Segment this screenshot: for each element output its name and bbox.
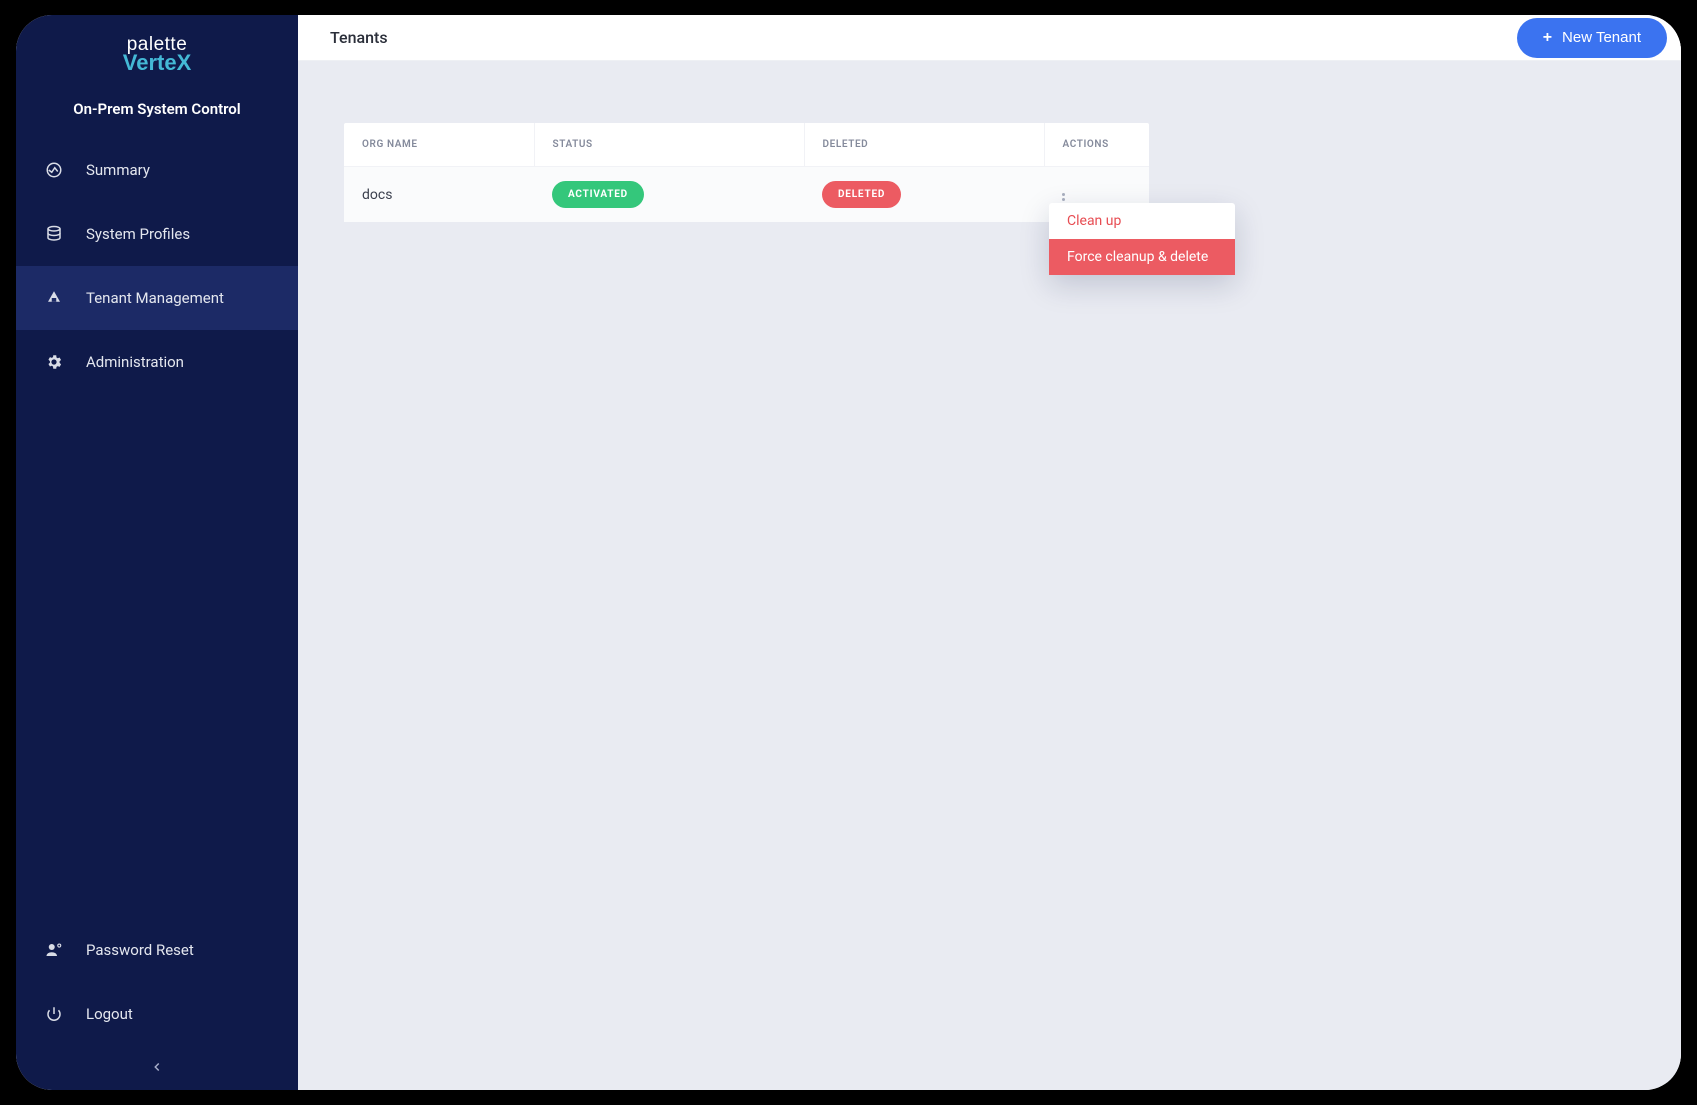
cell-deleted: DELETED — [804, 167, 1044, 223]
sidebar-item-label: Tenant Management — [86, 289, 224, 307]
actions-dropdown: Clean up Force cleanup & delete — [1049, 203, 1235, 275]
sidebar-item-label: Logout — [86, 1005, 133, 1023]
brand-logo: palette VerteX — [16, 15, 298, 86]
chevron-left-icon — [150, 1059, 164, 1078]
status-badge-deleted: DELETED — [822, 181, 901, 208]
gear-icon — [44, 352, 64, 372]
sidebar-item-label: Password Reset — [86, 941, 194, 959]
page-title: Tenants — [330, 28, 388, 47]
col-org-name: Org Name — [344, 123, 534, 167]
brand-line2: VerteX — [123, 52, 192, 74]
app-frame: palette VerteX On-Prem System Control Su… — [16, 15, 1681, 1090]
sidebar-subtitle: On-Prem System Control — [16, 100, 298, 118]
sidebar-item-label: Summary — [86, 161, 150, 179]
cell-status: ACTIVATED — [534, 167, 804, 223]
cell-actions: Clean up Force cleanup & delete — [1044, 167, 1149, 223]
dropdown-cleanup[interactable]: Clean up — [1049, 203, 1235, 239]
col-actions: Actions — [1044, 123, 1149, 167]
sidebar-item-logout[interactable]: Logout — [16, 982, 298, 1046]
power-icon — [44, 1004, 64, 1024]
sidebar-item-label: System Profiles — [86, 225, 190, 243]
content-area: Org Name Status Deleted Actions docs ACT… — [298, 61, 1681, 284]
person-key-icon — [44, 940, 64, 960]
sidebar-collapse[interactable] — [16, 1050, 298, 1086]
sidebar-item-password-reset[interactable]: Password Reset — [16, 918, 298, 982]
database-icon — [44, 224, 64, 244]
sidebar-item-administration[interactable]: Administration — [16, 330, 298, 394]
sidebar-item-system-profiles[interactable]: System Profiles — [16, 202, 298, 266]
chart-line-icon — [44, 160, 64, 180]
cell-org-name: docs — [344, 167, 534, 223]
main: Tenants + New Tenant Org Name Status Del… — [298, 15, 1681, 1090]
sidebar-nav: Summary System Profiles Tenant Managemen… — [16, 138, 298, 918]
tenants-table: Org Name Status Deleted Actions docs ACT… — [344, 123, 1149, 222]
sidebar-item-summary[interactable]: Summary — [16, 138, 298, 202]
sidebar: palette VerteX On-Prem System Control Su… — [16, 15, 298, 1090]
col-status: Status — [534, 123, 804, 167]
dropdown-force-cleanup-delete[interactable]: Force cleanup & delete — [1049, 239, 1235, 275]
new-tenant-label: New Tenant — [1562, 29, 1641, 46]
col-deleted: Deleted — [804, 123, 1044, 167]
plus-icon: + — [1543, 29, 1552, 47]
sidebar-bottom: Password Reset Logout — [16, 918, 298, 1046]
tenant-icon — [44, 288, 64, 308]
new-tenant-button[interactable]: + New Tenant — [1517, 18, 1667, 58]
sidebar-item-label: Administration — [86, 353, 184, 371]
topbar: Tenants + New Tenant — [298, 15, 1681, 61]
status-badge-activated: ACTIVATED — [552, 181, 644, 208]
table-row: docs ACTIVATED DELETED — [344, 167, 1149, 223]
sidebar-item-tenant-management[interactable]: Tenant Management — [16, 266, 298, 330]
